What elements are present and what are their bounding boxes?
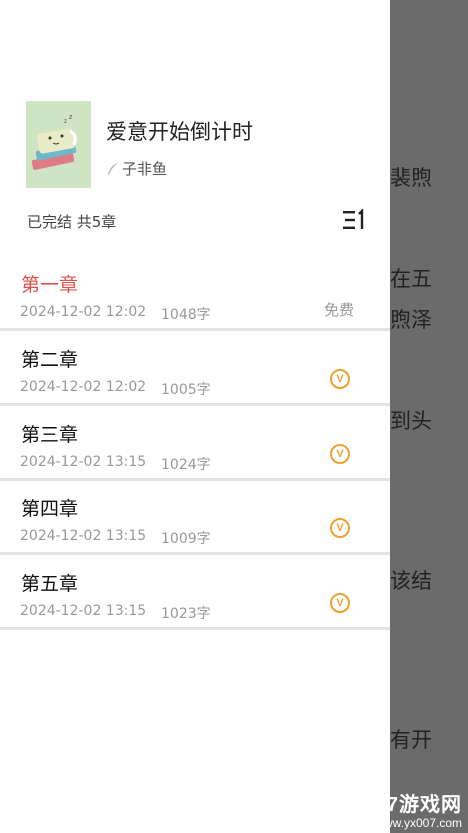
chapter-word-count: 1005字 xyxy=(161,382,211,398)
chapter-title: 第五章 xyxy=(21,573,79,595)
background-text-line: 煦泽 xyxy=(390,308,432,332)
chapter-title: 第三章 xyxy=(21,424,79,446)
background-text-line: 裴煦 xyxy=(390,166,432,190)
book-title: 爱意开始倒计时 xyxy=(106,120,253,144)
book-cover[interactable]: z z xyxy=(26,101,91,188)
book-author: 子非鱼 xyxy=(106,158,167,179)
chapter-date: 2024-12-02 12:02 xyxy=(20,304,147,320)
chapter-word-count: 1009字 xyxy=(161,531,211,547)
author-name: 子非鱼 xyxy=(122,160,168,178)
chapter-item[interactable]: 第三章 2024-12-02 13:15 1024字 V xyxy=(0,407,390,481)
chapter-word-count: 1023字 xyxy=(161,606,211,622)
chapter-item[interactable]: 第一章 2024-12-02 12:02 1048字 免费 xyxy=(0,257,390,331)
chapter-item[interactable]: 第五章 2024-12-02 13:15 1023字 V xyxy=(0,556,390,630)
chapter-word-count: 1048字 xyxy=(161,307,211,323)
chapter-item[interactable]: 第四章 2024-12-02 13:15 1009字 V xyxy=(0,481,390,555)
divider xyxy=(0,328,390,331)
free-badge: 免费 xyxy=(324,301,355,319)
divider xyxy=(0,403,390,406)
background-text-line: 有开 xyxy=(390,728,432,752)
svg-text:z: z xyxy=(64,119,67,125)
background-text-line: 该结 xyxy=(390,569,432,593)
vip-icon: V xyxy=(330,369,350,389)
chapter-title: 第一章 xyxy=(21,274,79,296)
chapter-date: 2024-12-02 12:02 xyxy=(20,379,147,395)
book-cover-art: z z xyxy=(26,101,91,188)
sort-order-icon[interactable] xyxy=(342,209,366,231)
chapter-date: 2024-12-02 13:15 xyxy=(20,528,147,544)
book-status: 已完结 共5章 xyxy=(27,213,117,231)
vip-icon: V xyxy=(330,593,350,613)
chapter-drawer: z z 爱意开始倒计时 子非鱼 已完结 共5章 第一章 2024-12-02 1… xyxy=(0,0,390,833)
quill-icon xyxy=(108,162,118,175)
svg-text:z: z xyxy=(69,114,73,121)
chapter-date: 2024-12-02 13:15 xyxy=(20,603,147,619)
chapter-word-count: 1024字 xyxy=(161,457,211,473)
background-text-line: 在五 xyxy=(390,267,432,291)
vip-icon: V xyxy=(330,444,350,464)
background-text-line: 到头 xyxy=(390,409,432,433)
vip-icon: V xyxy=(330,518,350,538)
chapter-item[interactable]: 第二章 2024-12-02 12:02 1005字 V xyxy=(0,332,390,406)
chapter-date: 2024-12-02 13:15 xyxy=(20,454,147,470)
divider xyxy=(0,552,390,555)
chapter-title: 第四章 xyxy=(21,498,79,520)
divider xyxy=(0,627,390,630)
chapter-title: 第二章 xyxy=(21,349,79,371)
